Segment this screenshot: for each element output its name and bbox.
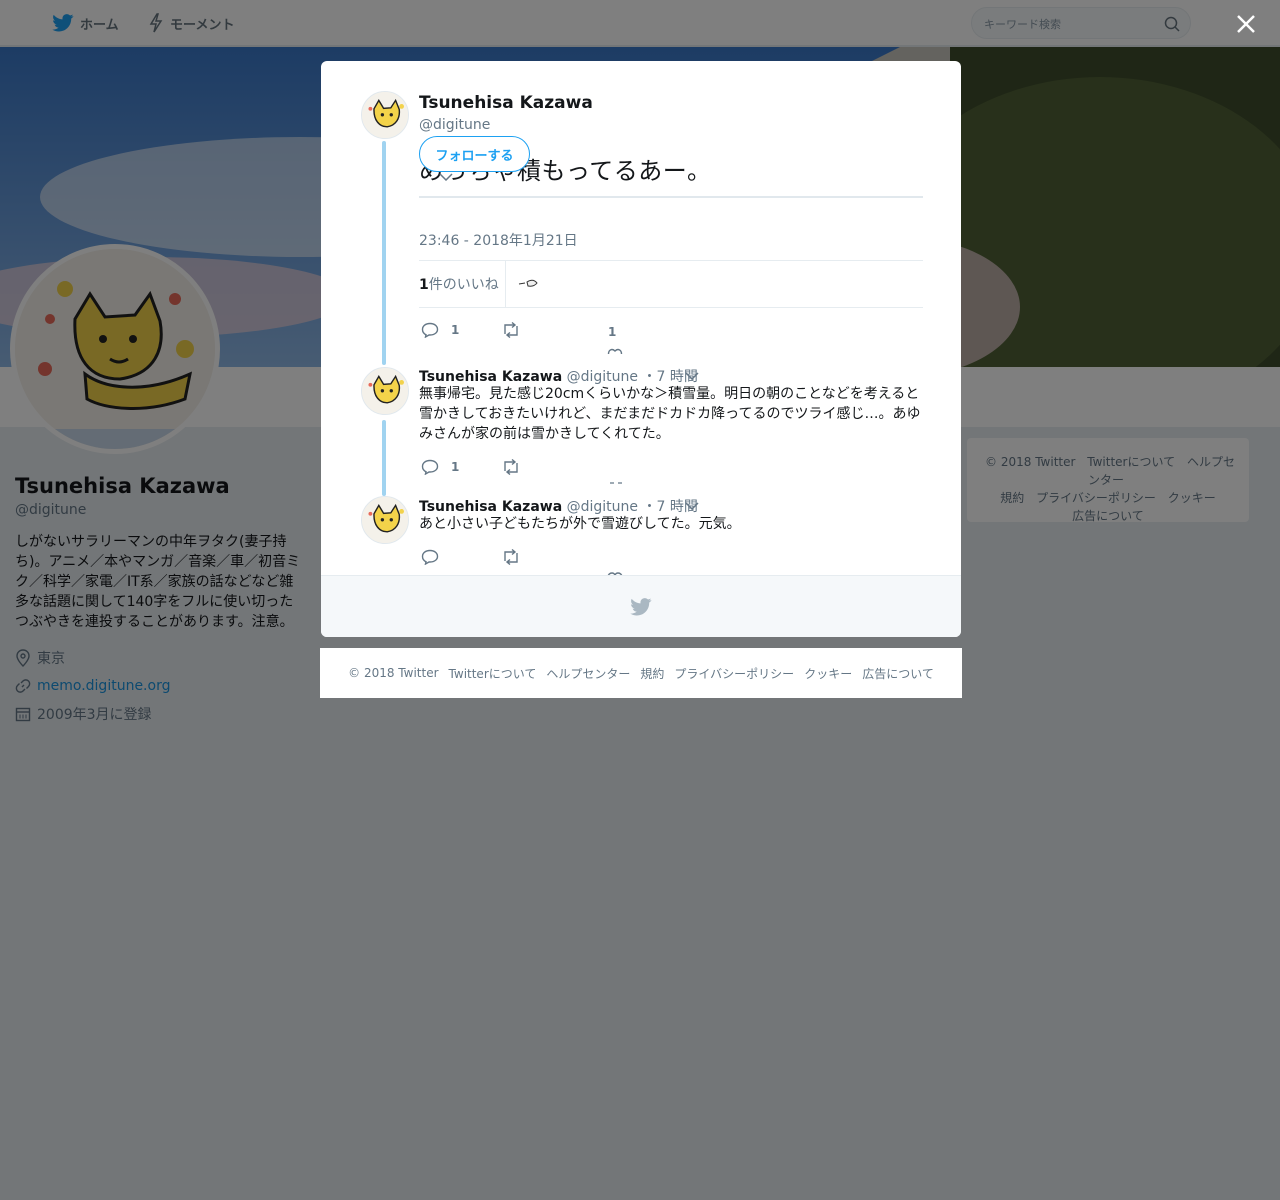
reply-action[interactable]: 1 [421, 322, 459, 338]
reply-icon [421, 322, 439, 338]
modal-bottom-footer: © 2018 Twitter Twitterについて ヘルプセンター 規約 プラ… [320, 648, 962, 698]
heart-icon [610, 482, 622, 484]
chevron-down-icon[interactable] [685, 372, 699, 380]
reply-header: Tsunehisa Kazawa @digitune ・7 時間 [419, 366, 698, 386]
likes-count: 1 [419, 277, 429, 293]
main-tweet-author-name[interactable]: Tsunehisa Kazawa [419, 93, 593, 113]
divider [419, 196, 923, 198]
chevron-down-icon[interactable] [439, 173, 453, 181]
like-action[interactable] [607, 347, 623, 355]
retweet-icon [504, 549, 518, 565]
tweet-modal: Tsunehisa Kazawa @digitune めっちゃ積もってるあー。 … [321, 61, 961, 637]
footer-privacy-link[interactable]: プライバシーポリシー [674, 665, 794, 682]
follow-button[interactable]: フォローする [419, 136, 530, 172]
reply-icon [421, 459, 439, 475]
retweet-icon [504, 322, 518, 338]
like-action[interactable] [609, 481, 623, 485]
reply-avatar[interactable] [361, 367, 409, 415]
main-tweet-author-handle[interactable]: @digitune [419, 117, 490, 133]
footer-help-link[interactable]: ヘルプセンター [546, 665, 630, 682]
likes-stat[interactable]: 1件のいいね [419, 274, 499, 294]
reply-author-handle[interactable]: @digitune [567, 369, 638, 385]
reply-author-handle[interactable]: @digitune [567, 499, 638, 515]
reply-count: 1 [451, 460, 460, 474]
reply-avatar[interactable] [361, 496, 409, 544]
reply-text: 無事帰宅。見た感じ20cmくらいかな＞積雪量。明日の朝のことなどを考えると雪かき… [419, 386, 921, 442]
reply-author-name[interactable]: Tsunehisa Kazawa [419, 499, 562, 515]
reply-count: 1 [451, 323, 460, 337]
main-tweet-timestamp[interactable]: 23:46 - 2018年1月21日 [419, 230, 578, 250]
thread-line [382, 420, 386, 496]
reply-action[interactable]: 1 [421, 459, 459, 475]
chevron-down-icon[interactable] [685, 502, 699, 510]
retweet-action[interactable] [501, 322, 521, 338]
reply-action[interactable] [421, 549, 439, 565]
footer-terms-link[interactable]: 規約 [640, 665, 664, 682]
like-count: 1 [608, 325, 617, 339]
tweet-stats: 1件のいいね [419, 260, 923, 308]
liker-avatar[interactable] [517, 274, 541, 294]
heart-icon [607, 348, 623, 355]
footer-cookies-link[interactable]: クッキー [804, 665, 852, 682]
reply-author-name[interactable]: Tsunehisa Kazawa [419, 369, 562, 385]
twitter-bird-icon [630, 597, 652, 615]
reply-header: Tsunehisa Kazawa @digitune ・7 時間 [419, 496, 698, 516]
divider [505, 261, 506, 307]
retweet-action[interactable] [501, 459, 521, 475]
likes-label: 件のいいね [428, 277, 499, 293]
close-icon[interactable] [1234, 12, 1258, 36]
footer-about-link[interactable]: Twitterについて [449, 665, 537, 682]
footer-copyright: © 2018 Twitter [348, 666, 439, 680]
thread-line [382, 141, 386, 365]
retweet-icon [504, 459, 518, 475]
retweet-action[interactable] [501, 549, 521, 565]
reply-text: あと小さい子どもたちが外で雪遊びしてた。元気。 [419, 516, 741, 532]
like-count-action[interactable]: 1 [608, 325, 616, 339]
main-tweet-avatar[interactable] [361, 91, 409, 139]
modal-footer-bar [321, 575, 961, 637]
footer-ads-link[interactable]: 広告について [862, 665, 934, 682]
reply-icon [421, 549, 439, 565]
